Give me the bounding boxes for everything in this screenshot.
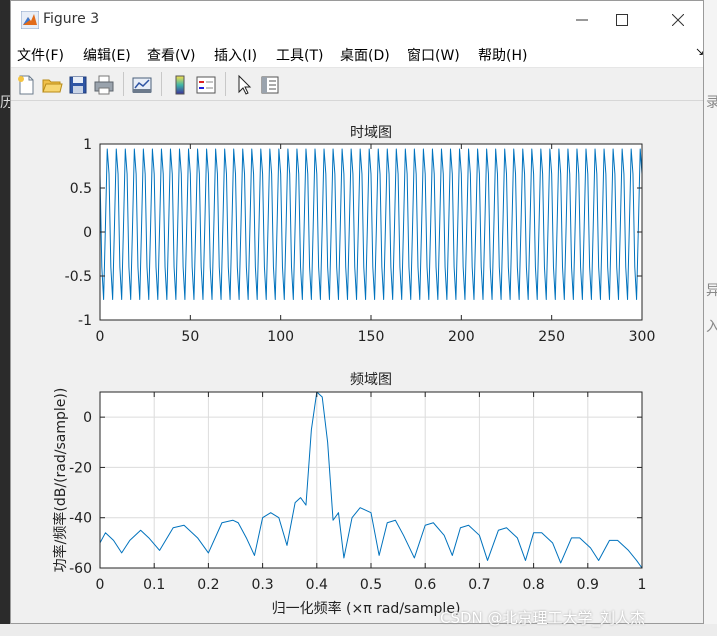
x-tick-label: 50 xyxy=(181,329,199,345)
y-tick-label: -60 xyxy=(69,561,92,577)
y-tick-label: 0 xyxy=(83,410,92,426)
x-axis-label: 归一化频率 (×π rad/sample) xyxy=(272,600,461,617)
background-text: 录 xyxy=(706,95,717,111)
background-text: 入 xyxy=(706,319,717,335)
x-tick-label: 0.4 xyxy=(306,577,328,593)
figure-window: Figure 3 文件(F) 编辑(E) 查看(V) 插入(I) 工具(T) 桌… xyxy=(10,0,704,624)
x-tick-label: 0 xyxy=(96,577,105,593)
menu-view[interactable]: 查看(V) xyxy=(147,45,196,65)
maximize-icon xyxy=(616,14,628,26)
x-tick-label: 0.2 xyxy=(197,577,219,593)
plot-area: 时域图 0 50 100 150 200 250 300 1 0.5 0 -0.5 -1 频域图 0 0… xyxy=(52,125,656,617)
save-icon[interactable] xyxy=(67,74,89,96)
time-domain-axes[interactable]: 时域图 0 50 100 150 200 250 300 1 0.5 0 -0.5 -1 xyxy=(65,125,656,345)
background-window-right: 录 异 入 xyxy=(704,0,717,636)
y-tick-label: -20 xyxy=(69,460,92,476)
x-tick-label: 0.7 xyxy=(468,577,490,593)
x-tick-label: 1 xyxy=(638,577,647,593)
property-inspector-icon[interactable] xyxy=(259,74,281,96)
x-tick-label: 250 xyxy=(538,329,565,345)
menu-help[interactable]: 帮助(H) xyxy=(478,45,527,65)
matlab-icon xyxy=(21,11,39,29)
y-tick-label: 0 xyxy=(83,225,92,241)
menu-edit[interactable]: 编辑(E) xyxy=(83,45,131,65)
toolbar-separator xyxy=(161,72,162,96)
insert-colorbar-icon[interactable] xyxy=(169,74,191,96)
y-tick-label: 0.5 xyxy=(70,181,92,197)
edit-plot-arrow-icon[interactable] xyxy=(233,74,255,96)
x-tick-label: 0.5 xyxy=(360,577,382,593)
minimize-icon xyxy=(576,19,588,21)
toolbar-separator xyxy=(225,72,226,96)
figure-canvas: 时域图 0 50 100 150 200 250 300 1 0.5 0 -0.5 -1 频域图 0 0… xyxy=(11,101,703,623)
watermark: CSDN @北京理工大学_刘人杰 xyxy=(440,609,646,627)
frequency-domain-title: 频域图 xyxy=(350,372,392,388)
x-tick-label: 0 xyxy=(96,329,105,345)
open-folder-icon[interactable] xyxy=(41,74,63,96)
menu-desktop[interactable]: 桌面(D) xyxy=(340,45,390,65)
close-button[interactable] xyxy=(655,5,701,35)
x-tick-label: 150 xyxy=(358,329,385,345)
menu-insert[interactable]: 插入(I) xyxy=(214,45,257,65)
background-text: 异 xyxy=(706,283,717,299)
window-title: Figure 3 xyxy=(43,11,100,27)
x-tick-label: 0.9 xyxy=(577,577,599,593)
menu-file[interactable]: 文件(F) xyxy=(17,45,64,65)
insert-legend-icon[interactable] xyxy=(195,74,217,96)
frequency-domain-axes[interactable]: 频域图 0 0.1 0.2 0.3 0.4 0.5 0.6 0.7 0.8 0.9 1 0 -20 -40… xyxy=(52,372,646,617)
toolbar-separator xyxy=(123,72,124,96)
time-domain-title: 时域图 xyxy=(350,125,392,141)
maximize-button[interactable] xyxy=(599,5,645,35)
print-icon[interactable] xyxy=(93,74,115,96)
x-tick-label: 100 xyxy=(267,329,294,345)
title-bar[interactable]: Figure 3 xyxy=(11,1,703,39)
toolbar xyxy=(11,68,703,101)
menu-window[interactable]: 窗口(W) xyxy=(407,45,460,65)
x-tick-label: 0.8 xyxy=(522,577,544,593)
x-tick-label: 300 xyxy=(629,329,656,345)
x-tick-label: 0.1 xyxy=(143,577,165,593)
y-tick-label: -40 xyxy=(69,511,92,527)
y-tick-label: -1 xyxy=(78,313,92,329)
x-tick-label: 0.6 xyxy=(414,577,436,593)
x-tick-label: 200 xyxy=(448,329,475,345)
x-tick-label: 0.3 xyxy=(251,577,273,593)
menu-tools[interactable]: 工具(T) xyxy=(276,45,323,65)
y-tick-label: -0.5 xyxy=(65,269,92,285)
y-axis-label: 功率/频率(dB/(rad/sample)) xyxy=(52,388,69,573)
link-plot-icon[interactable] xyxy=(131,74,153,96)
y-tick-label: 1 xyxy=(83,137,92,153)
new-figure-icon[interactable] xyxy=(15,74,37,96)
close-icon xyxy=(672,14,684,26)
background-window-left: 历 xyxy=(0,0,14,636)
menu-bar: 文件(F) 编辑(E) 查看(V) 插入(I) 工具(T) 桌面(D) 窗口(W… xyxy=(11,39,704,68)
menu-overflow-icon[interactable]: ↘ xyxy=(695,45,704,58)
